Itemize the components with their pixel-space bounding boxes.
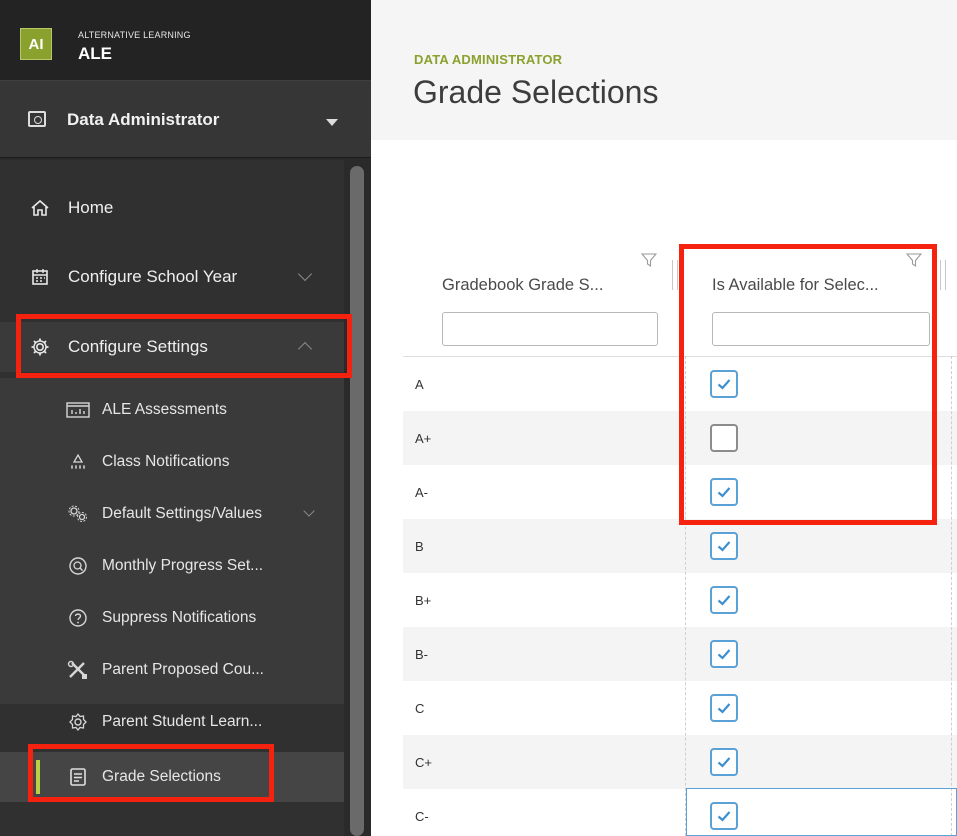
table-row[interactable]: B- (403, 627, 957, 681)
sidebar-subitem-label: Class Notifications (102, 453, 230, 470)
grade-cell: A- (415, 485, 428, 500)
tools-icon (66, 660, 90, 680)
available-checkbox[interactable] (710, 370, 738, 398)
gears-icon (66, 504, 90, 524)
sidebar-subitem-label: Parent Proposed Cou... (102, 661, 264, 678)
calendar-icon (30, 267, 50, 287)
table-row[interactable]: C+ (403, 735, 957, 789)
sidebar-subitem-label: Default Settings/Values (102, 505, 262, 522)
role-selector[interactable]: Data Administrator (0, 80, 371, 158)
sidebar-subitem-label: Monthly Progress Set... (102, 557, 264, 574)
caret-down-icon (326, 119, 338, 126)
available-checkbox[interactable] (710, 640, 738, 668)
grade-cell: C- (415, 809, 429, 824)
focused-cell (686, 788, 957, 836)
sidebar-subitem-ale-assessments[interactable]: ALE Assessments (0, 385, 344, 435)
role-label: Data Administrator (67, 110, 220, 129)
available-checkbox[interactable] (710, 586, 738, 614)
chevron-up-icon (297, 341, 313, 357)
sidebar-scrollbar-thumb[interactable] (350, 166, 364, 836)
progress-icon (66, 556, 90, 576)
question-circle-icon (66, 608, 90, 628)
home-icon (30, 198, 50, 218)
chevron-down-icon (297, 266, 313, 282)
table-row[interactable]: A+ (403, 411, 957, 465)
sidebar-subitem-parent-student-learning[interactable]: Parent Student Learn... (0, 697, 344, 747)
sidebar-subitem-grade-selections[interactable]: Grade Selections (0, 752, 344, 802)
id-card-icon (28, 111, 46, 127)
brand-name: ALE (78, 44, 112, 63)
available-filter-input[interactable] (712, 312, 930, 346)
table-row[interactable]: A (403, 357, 957, 411)
list-icon (66, 767, 90, 787)
available-checkbox[interactable] (710, 478, 738, 506)
available-checkbox[interactable] (710, 424, 738, 452)
sidebar-item-label: Configure School Year (68, 267, 238, 286)
sidebar-subitem-label: Parent Student Learn... (102, 713, 263, 730)
sidebar-subitem-label: Suppress Notifications (102, 609, 257, 626)
sidebar-subitem-label: ALE Assessments (102, 401, 227, 418)
sidebar-subitem-monthly-progress[interactable]: Monthly Progress Set... (0, 541, 344, 591)
sidebar-subitem-class-notifications[interactable]: Class Notifications (0, 437, 344, 487)
sidebar-item-configure-school-year[interactable]: Configure School Year (0, 252, 344, 302)
grade-cell: C (415, 701, 425, 716)
column-header-available[interactable]: Is Available for Selec... (712, 276, 879, 295)
gear-icon (30, 337, 50, 357)
ale-logo: AI (20, 28, 52, 60)
filter-funnel-icon[interactable] (905, 252, 923, 268)
brand-subtitle: ALTERNATIVE LEARNING (78, 30, 191, 40)
notification-icon (66, 452, 90, 472)
table-row[interactable]: B (403, 519, 957, 573)
settings-icon (66, 712, 90, 732)
available-checkbox[interactable] (710, 694, 738, 722)
available-checkbox[interactable] (710, 532, 738, 560)
table-row[interactable]: C (403, 681, 957, 735)
grade-cell: C+ (415, 755, 432, 770)
column-resize-handle[interactable] (940, 260, 946, 290)
grade-filter-input[interactable] (442, 312, 658, 346)
sidebar-subitem-label: Grade Selections (102, 768, 221, 785)
sidebar-item-label: Home (68, 198, 114, 217)
sidebar-item-configure-settings[interactable]: Configure Settings (0, 322, 344, 372)
filter-funnel-icon[interactable] (640, 252, 658, 268)
grid-header-grade (403, 0, 683, 110)
sidebar-subitem-suppress-notifications[interactable]: Suppress Notifications (0, 593, 344, 643)
sidebar-item-home[interactable]: Home (0, 183, 344, 233)
column-separator (951, 356, 952, 836)
grade-cell: A+ (415, 431, 432, 446)
sidebar-item-label: Configure Settings (68, 337, 208, 356)
grade-cell: B- (415, 647, 428, 662)
available-checkbox[interactable] (710, 748, 738, 776)
brand-header: AI ALTERNATIVE LEARNING ALE (0, 0, 371, 80)
column-separator (685, 356, 686, 836)
chevron-down-icon (303, 505, 315, 517)
grade-cell: B (415, 539, 424, 554)
column-resize-handle[interactable] (672, 260, 678, 290)
sidebar-subitem-parent-proposed[interactable]: Parent Proposed Cou... (0, 645, 344, 695)
grade-cell: A (415, 377, 424, 392)
chart-board-icon (66, 400, 90, 420)
table-row[interactable]: A- (403, 465, 957, 519)
grade-cell: B+ (415, 593, 432, 608)
column-header-grade[interactable]: Gradebook Grade S... (442, 276, 603, 295)
table-row[interactable]: B+ (403, 573, 957, 627)
sidebar-subitem-default-settings[interactable]: Default Settings/Values (0, 489, 344, 539)
